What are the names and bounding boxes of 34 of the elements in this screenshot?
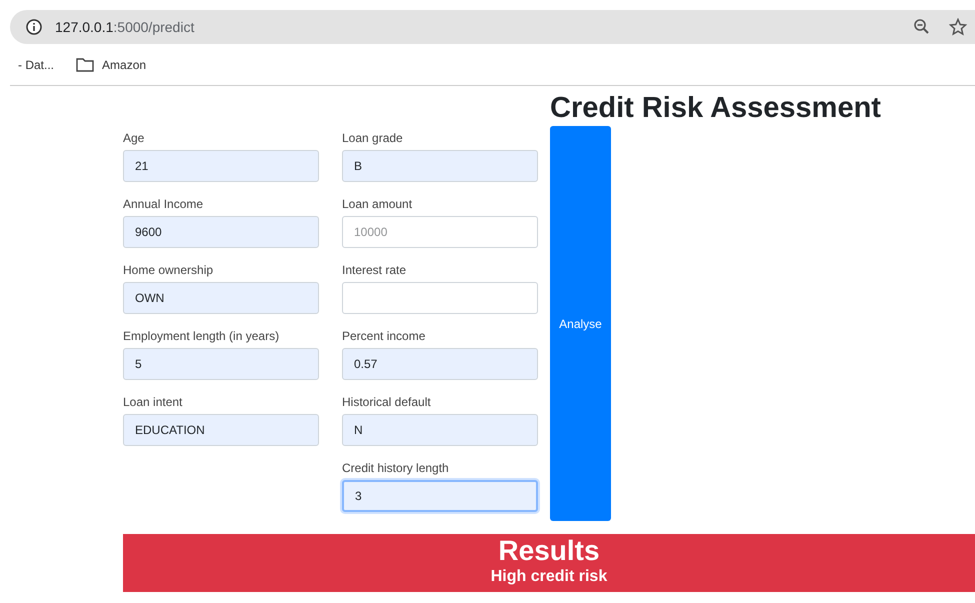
input-field[interactable]: 0.57 <box>342 348 538 380</box>
input-field[interactable]: 3 <box>342 480 538 512</box>
bookmark-link[interactable]: Amazon <box>102 56 146 74</box>
input-field[interactable]: N <box>342 414 538 446</box>
field-label: Interest rate <box>342 262 408 278</box>
input-field[interactable]: B <box>342 150 538 182</box>
analyse-button[interactable]: Analyse <box>550 126 611 521</box>
bookmark-link[interactable]: - Dat... <box>18 56 54 74</box>
input-field[interactable]: EDUCATION <box>123 414 319 446</box>
folder-icon <box>76 58 94 72</box>
input-field[interactable]: 21 <box>123 150 319 182</box>
input-field[interactable] <box>342 282 538 314</box>
field-label: Age <box>123 130 146 146</box>
input-field[interactable]: 9600 <box>123 216 319 248</box>
field-label: Percent income <box>342 328 426 344</box>
input-field[interactable]: OWN <box>123 282 319 314</box>
field-label: Loan grade <box>342 130 404 146</box>
field-label: Historical default <box>342 394 432 410</box>
url-text: 127.0.0.1:5000/predict <box>55 18 194 37</box>
field-label: Loan intent <box>123 394 184 410</box>
address-bar[interactable]: 127.0.0.1:5000/predict <box>10 10 975 44</box>
zoom-out-icon[interactable] <box>913 18 931 36</box>
input-field[interactable]: 5 <box>123 348 319 380</box>
field-label: Annual Income <box>123 196 204 212</box>
page-title: Credit Risk Assessment <box>550 91 881 126</box>
field-label: Credit history length <box>342 460 450 476</box>
results-message: High credit risk <box>490 568 608 586</box>
info-icon[interactable] <box>26 19 42 35</box>
star-icon[interactable] <box>949 18 967 36</box>
input-field[interactable]: 10000 <box>342 216 538 248</box>
field-label: Loan amount <box>342 196 414 212</box>
field-label: Home ownership <box>123 262 214 278</box>
results-title: Results <box>498 534 600 568</box>
field-label: Employment length (in years) <box>123 328 280 344</box>
